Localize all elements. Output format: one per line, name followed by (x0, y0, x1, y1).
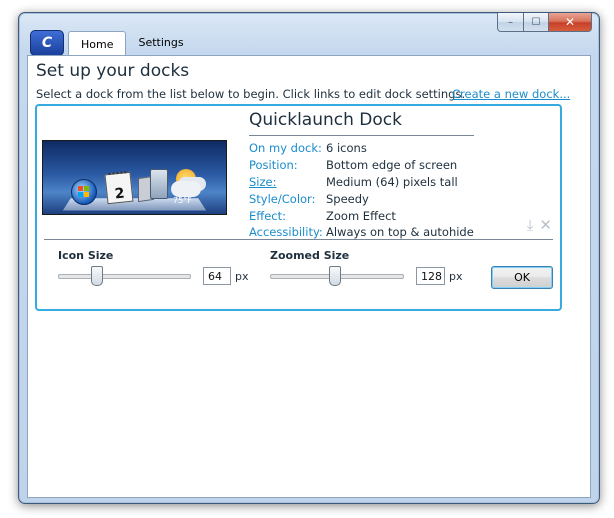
icon-size-label: Icon Size (58, 249, 114, 262)
icon-size-input[interactable]: 64 (203, 267, 231, 285)
dock-name: Quicklaunch Dock (249, 110, 402, 130)
page-title: Set up your docks (36, 61, 190, 81)
icon-size-unit: px (235, 270, 249, 283)
dock-card[interactable]: Quicklaunch Dock 2 75°F On my dock: 6 ic… (35, 104, 562, 311)
info-row-size: Size: Medium (64) pixels tall (249, 174, 474, 191)
info-value-size: Medium (64) pixels tall (326, 174, 458, 189)
info-label-size[interactable]: Size: (249, 175, 326, 189)
minimize-button[interactable]: – (497, 13, 524, 32)
tab-home[interactable]: Home (68, 31, 127, 56)
zoomed-size-label: Zoomed Size (270, 249, 350, 262)
calendar-icon: 2 (104, 171, 134, 205)
file-icon (150, 169, 168, 199)
app-window: – ☐ ✕ C Home Settings Set up your docks … (18, 12, 600, 504)
zoomed-size-input[interactable]: 128 (416, 267, 445, 285)
icon-size-slider-track[interactable] (58, 274, 191, 279)
create-dock-link[interactable]: Create a new dock... (452, 87, 570, 101)
windows-flag-icon (78, 186, 89, 197)
zoomed-size-slider-thumb[interactable] (329, 266, 341, 286)
info-row-position: Position: Bottom edge of screen (249, 157, 474, 174)
info-row-style: Style/Color: Speedy (249, 190, 474, 207)
calendar-day: 2 (113, 185, 126, 203)
icon-size-slider-thumb[interactable] (91, 266, 103, 286)
info-value-on-my-dock: 6 icons (326, 141, 367, 156)
main-panel: Set up your docks Select a dock from the… (27, 55, 591, 498)
app-logo-icon[interactable]: C (30, 30, 64, 56)
info-value-position: Bottom edge of screen (326, 158, 458, 173)
weather-cloud-icon (171, 181, 201, 197)
title-divider (249, 135, 474, 136)
info-value-effect: Zoom Effect (326, 208, 396, 223)
close-button[interactable]: ✕ (549, 13, 592, 32)
settings-divider (44, 239, 553, 240)
download-icon[interactable]: ⤓ (527, 216, 534, 234)
dock-preview: 2 75°F (42, 140, 227, 215)
info-value-accessibility: Always on top & autohide (326, 225, 474, 240)
info-label-position[interactable]: Position: (249, 158, 326, 172)
dock-actions: ⤓ ✕ (527, 216, 552, 234)
dock-info: On my dock: 6 icons Position: Bottom edg… (249, 140, 474, 241)
info-label-on-my-dock[interactable]: On my dock: (249, 141, 326, 155)
weather-temperature: 75°F (173, 196, 192, 205)
window-controls: – ☐ ✕ (497, 13, 592, 32)
windows-start-icon (71, 179, 97, 205)
tab-bar: Home Settings (68, 31, 196, 56)
instructions-text: Select a dock from the list below to beg… (36, 87, 466, 101)
info-row-icons: On my dock: 6 icons (249, 140, 474, 157)
ok-button[interactable]: OK (491, 266, 553, 289)
info-value-style: Speedy (326, 191, 369, 206)
info-label-style[interactable]: Style/Color: (249, 192, 326, 206)
info-row-effect: Effect: Zoom Effect (249, 207, 474, 224)
tab-settings[interactable]: Settings (126, 31, 195, 53)
zoomed-size-unit: px (449, 270, 463, 283)
info-label-accessibility[interactable]: Accessibility: (249, 225, 326, 239)
info-label-effect[interactable]: Effect: (249, 209, 326, 223)
maximize-button[interactable]: ☐ (524, 13, 549, 32)
delete-icon[interactable]: ✕ (539, 216, 552, 234)
